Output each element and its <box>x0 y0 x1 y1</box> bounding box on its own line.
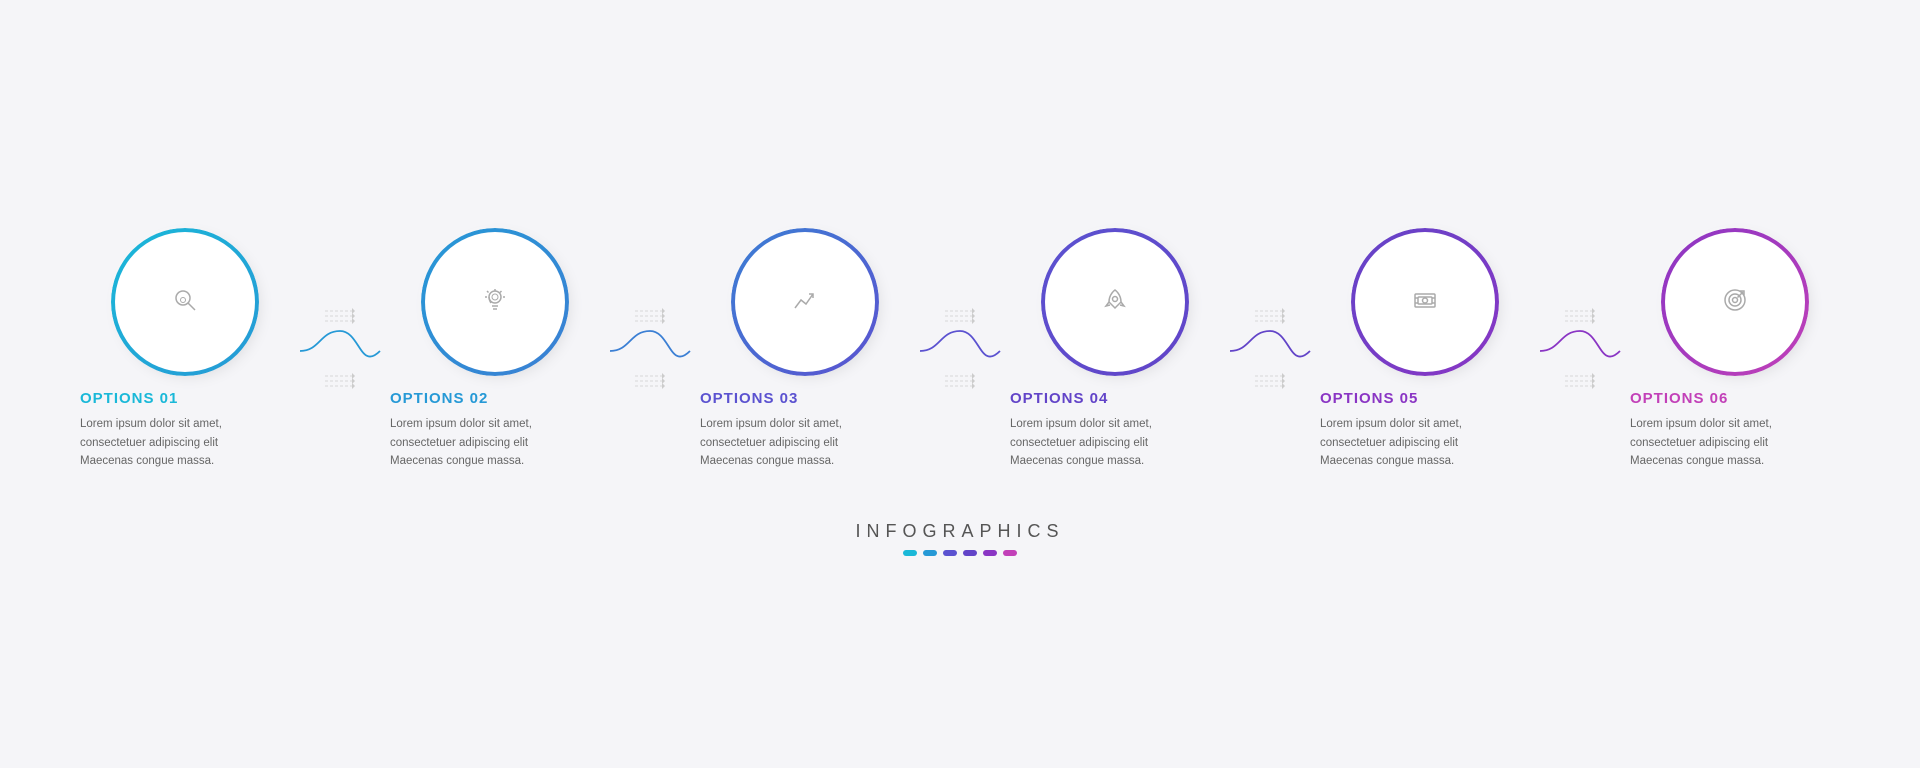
step-label-02: OPTIONS 02 <box>380 390 488 407</box>
circle-area-05 <box>1310 232 1540 372</box>
bulb-icon <box>481 286 509 318</box>
footer-dot-5 <box>983 550 997 556</box>
step-label-06: OPTIONS 06 <box>1620 390 1728 407</box>
step-text-03: Lorem ipsum dolor sit amet,consectetuer … <box>690 415 842 470</box>
circle-06 <box>1665 232 1805 372</box>
step-label-03: OPTIONS 03 <box>690 390 798 407</box>
footer: INFOGRAPHICS <box>855 521 1064 556</box>
step-03: OPTIONS 03 Lorem ipsum dolor sit amet,con… <box>690 232 920 470</box>
circle-area-06 <box>1620 232 1850 372</box>
connector-04 <box>1230 281 1310 421</box>
step-text-02: Lorem ipsum dolor sit amet,consectetuer … <box>380 415 532 470</box>
step-05: OPTIONS 05 Lorem ipsum dolor sit amet,con… <box>1310 232 1540 470</box>
connector-03 <box>920 281 1000 421</box>
footer-dot-2 <box>923 550 937 556</box>
step-text-05: Lorem ipsum dolor sit amet,consectetuer … <box>1310 415 1462 470</box>
step-wrapper-03: OPTIONS 03 Lorem ipsum dolor sit amet,con… <box>690 232 1000 470</box>
rocket-icon <box>1101 286 1129 318</box>
circle-05 <box>1355 232 1495 372</box>
connector-02 <box>610 281 690 421</box>
footer-dot-6 <box>1003 550 1017 556</box>
connector-01 <box>300 281 380 421</box>
circle-02 <box>425 232 565 372</box>
step-label-01: OPTIONS 01 <box>70 390 178 407</box>
step-06: OPTIONS 06 Lorem ipsum dolor sit amet,con… <box>1620 232 1850 470</box>
footer-dot-4 <box>963 550 977 556</box>
connector-05 <box>1540 281 1620 421</box>
footer-title: INFOGRAPHICS <box>855 521 1064 542</box>
money-icon <box>1411 286 1439 318</box>
step-text-04: Lorem ipsum dolor sit amet,consectetuer … <box>1000 415 1152 470</box>
trend-icon <box>791 286 819 318</box>
circle-area-02 <box>380 232 610 372</box>
step-wrapper-05: OPTIONS 05 Lorem ipsum dolor sit amet,con… <box>1310 232 1620 470</box>
circle-area-04 <box>1000 232 1230 372</box>
step-wrapper-02: OPTIONS 02 Lorem ipsum dolor sit amet,con… <box>380 232 690 470</box>
step-02: OPTIONS 02 Lorem ipsum dolor sit amet,con… <box>380 232 610 470</box>
search-icon <box>171 286 199 318</box>
circle-03 <box>735 232 875 372</box>
step-text-01: Lorem ipsum dolor sit amet,consectetuer … <box>70 415 222 470</box>
circle-area-03 <box>690 232 920 372</box>
footer-dot-1 <box>903 550 917 556</box>
step-01: OPTIONS 01 Lorem ipsum dolor sit amet,con… <box>70 232 300 470</box>
infographic-container: OPTIONS 01 Lorem ipsum dolor sit amet,con… <box>10 212 1910 490</box>
circle-area-01 <box>70 232 300 372</box>
step-wrapper-04: OPTIONS 04 Lorem ipsum dolor sit amet,con… <box>1000 232 1310 470</box>
circle-04 <box>1045 232 1185 372</box>
step-04: OPTIONS 04 Lorem ipsum dolor sit amet,con… <box>1000 232 1230 470</box>
footer-dots <box>903 550 1017 556</box>
circle-01 <box>115 232 255 372</box>
step-label-04: OPTIONS 04 <box>1000 390 1108 407</box>
step-wrapper-01: OPTIONS 01 Lorem ipsum dolor sit amet,con… <box>70 232 380 470</box>
step-wrapper-06: OPTIONS 06 Lorem ipsum dolor sit amet,con… <box>1620 232 1850 470</box>
target-icon <box>1721 286 1749 318</box>
footer-dot-3 <box>943 550 957 556</box>
step-label-05: OPTIONS 05 <box>1310 390 1418 407</box>
step-text-06: Lorem ipsum dolor sit amet,consectetuer … <box>1620 415 1772 470</box>
